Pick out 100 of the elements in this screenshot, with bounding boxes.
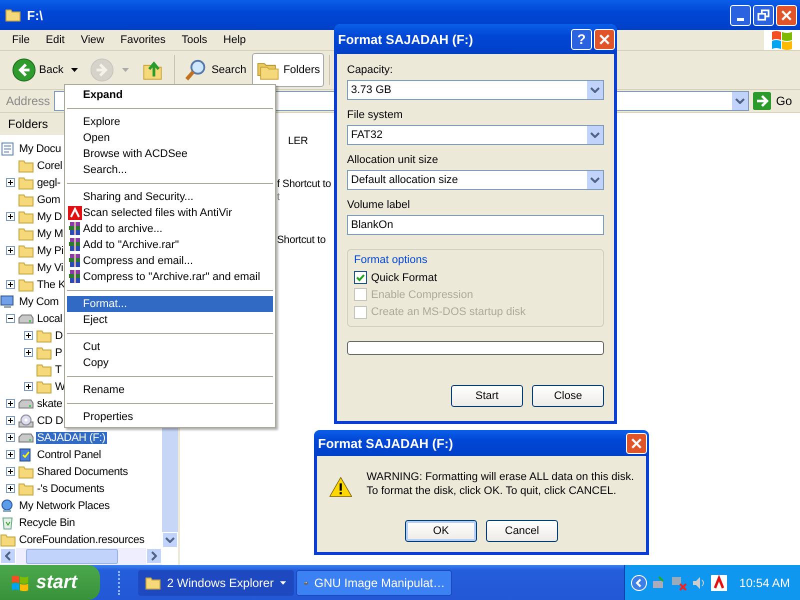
tree-item[interactable]: My D (36, 210, 63, 222)
dialog-button[interactable]: Cancel (486, 520, 558, 542)
expand-icon[interactable] (24, 348, 33, 357)
close-button[interactable] (776, 4, 797, 26)
menu-item[interactable]: View (72, 34, 112, 46)
tree-item[interactable]: SAJADAH (F:) (36, 432, 106, 444)
checkbox[interactable] (354, 271, 367, 284)
tree-item[interactable]: Shared Documents (36, 466, 129, 478)
minimize-button[interactable] (730, 4, 751, 26)
back-button[interactable]: Back (8, 53, 68, 87)
menu-item[interactable]: Expand (67, 87, 273, 103)
menu-item[interactable]: Add to archive... (67, 221, 273, 237)
close-button[interactable] (594, 28, 615, 50)
expand-icon[interactable] (6, 416, 15, 425)
menu-item[interactable]: Compress to "Archive.rar" and email (67, 269, 273, 285)
menu-item[interactable]: Edit (38, 34, 73, 46)
menu-item[interactable]: Copy (67, 355, 273, 371)
tree-item[interactable]: gegl- (36, 176, 62, 188)
folder-icon (36, 380, 52, 394)
dialog-button[interactable]: OK (405, 520, 477, 542)
expand-icon[interactable] (6, 433, 15, 442)
tree-item[interactable]: -'s Documents (36, 482, 106, 494)
file-name[interactable]: LER (288, 135, 308, 147)
tree-item[interactable]: skate (36, 398, 64, 410)
folder-icon (18, 226, 34, 240)
menu-item[interactable]: Scan selected files with AntiVir (67, 205, 273, 221)
dialog-button[interactable]: Start (451, 385, 523, 407)
tree-item[interactable]: My Vi (36, 262, 64, 274)
scroll-down-icon[interactable] (162, 532, 178, 548)
folders-button[interactable]: Folders (252, 53, 324, 87)
address-label: Address (6, 94, 50, 108)
collapse-icon[interactable] (6, 314, 15, 323)
menu-item[interactable]: Compress and email... (67, 253, 273, 269)
expand-icon[interactable] (6, 450, 15, 459)
folder-icon (18, 192, 34, 206)
dialog-button[interactable]: Close (532, 385, 604, 407)
expand-icon[interactable] (6, 467, 15, 476)
tree-item[interactable]: My M (36, 228, 64, 240)
folder-icon (18, 210, 34, 224)
menu-item[interactable]: Help (215, 34, 254, 46)
caret-icon[interactable] (71, 68, 80, 72)
dropdown[interactable]: 3.73 GB (347, 80, 604, 100)
tree-item[interactable]: Recycle Bin (18, 516, 76, 528)
field-label: Volume label (347, 199, 411, 211)
scroll-right-icon[interactable] (146, 548, 162, 564)
folder-icon (18, 260, 34, 274)
expand-icon[interactable] (6, 484, 15, 493)
menu-item[interactable]: Properties (67, 409, 273, 425)
dropdown[interactable]: FAT32 (347, 125, 604, 145)
field-label: File system (347, 109, 404, 121)
expand-icon[interactable] (6, 280, 15, 289)
tree-item[interactable]: Corel (36, 160, 64, 172)
go-button[interactable]: Go (752, 92, 800, 110)
menu-item[interactable]: File (4, 34, 38, 46)
tree-item[interactable]: Control Panel (36, 448, 102, 460)
chevron-left-icon[interactable] (631, 574, 648, 590)
taskbar-button[interactable]: 2 Windows Explorer (138, 570, 294, 596)
dropdown[interactable]: Default allocation size (347, 170, 604, 190)
search-button[interactable]: Search (180, 53, 250, 87)
menu-item[interactable]: Format... (67, 296, 273, 312)
umbrella-icon[interactable] (711, 574, 728, 590)
tree-item[interactable]: P (54, 346, 64, 358)
input-field[interactable]: BlankOn (347, 215, 604, 235)
tree-item[interactable]: My Pi (36, 244, 65, 256)
menu-item[interactable]: Add to "Archive.rar" (67, 237, 273, 253)
menu-item[interactable]: Cut (67, 339, 273, 355)
menu-item[interactable]: Search... (67, 162, 273, 178)
scroll-left-icon[interactable] (0, 548, 16, 564)
help-button[interactable]: ? (571, 28, 592, 50)
tree-item[interactable]: My Com (18, 296, 60, 308)
menu-item[interactable]: Favorites (112, 34, 174, 46)
taskbar-button[interactable]: GNU Image Manipulat… (296, 570, 452, 596)
tree-item[interactable]: CoreFoundation.resources (18, 534, 146, 546)
tree-item[interactable]: T (54, 364, 63, 376)
file-name[interactable]: f Shortcut to (277, 178, 332, 190)
windows-logo-icon (764, 30, 800, 50)
scrollbar[interactable] (0, 548, 162, 565)
drive-icon (18, 396, 34, 410)
expand-icon[interactable] (6, 399, 15, 408)
expand-icon[interactable] (24, 331, 33, 340)
tree-item[interactable]: Gom (36, 194, 62, 206)
menu-item[interactable]: Browse with ACDSee (67, 146, 273, 162)
folder-icon (18, 278, 34, 292)
tree-item[interactable]: My Docu (18, 142, 62, 154)
close-button[interactable] (626, 432, 647, 454)
file-name[interactable]: Shortcut to (277, 234, 326, 246)
menu-item[interactable]: Tools (174, 34, 216, 46)
expand-icon[interactable] (6, 246, 15, 255)
expand-icon[interactable] (24, 382, 33, 391)
menu-item[interactable]: Sharing and Security... (67, 189, 273, 205)
tree-item[interactable]: My Network Places (18, 500, 111, 512)
restore-button[interactable] (753, 4, 774, 26)
menu-item[interactable]: Eject (67, 312, 273, 328)
expand-icon[interactable] (6, 178, 15, 187)
minimize-icon (737, 18, 744, 20)
tree-item[interactable]: CD D (36, 414, 64, 426)
expand-icon[interactable] (6, 212, 15, 221)
tree-item[interactable]: Local (36, 312, 64, 324)
tree-item[interactable]: D (54, 330, 64, 342)
menu-item[interactable]: Rename (67, 382, 273, 398)
